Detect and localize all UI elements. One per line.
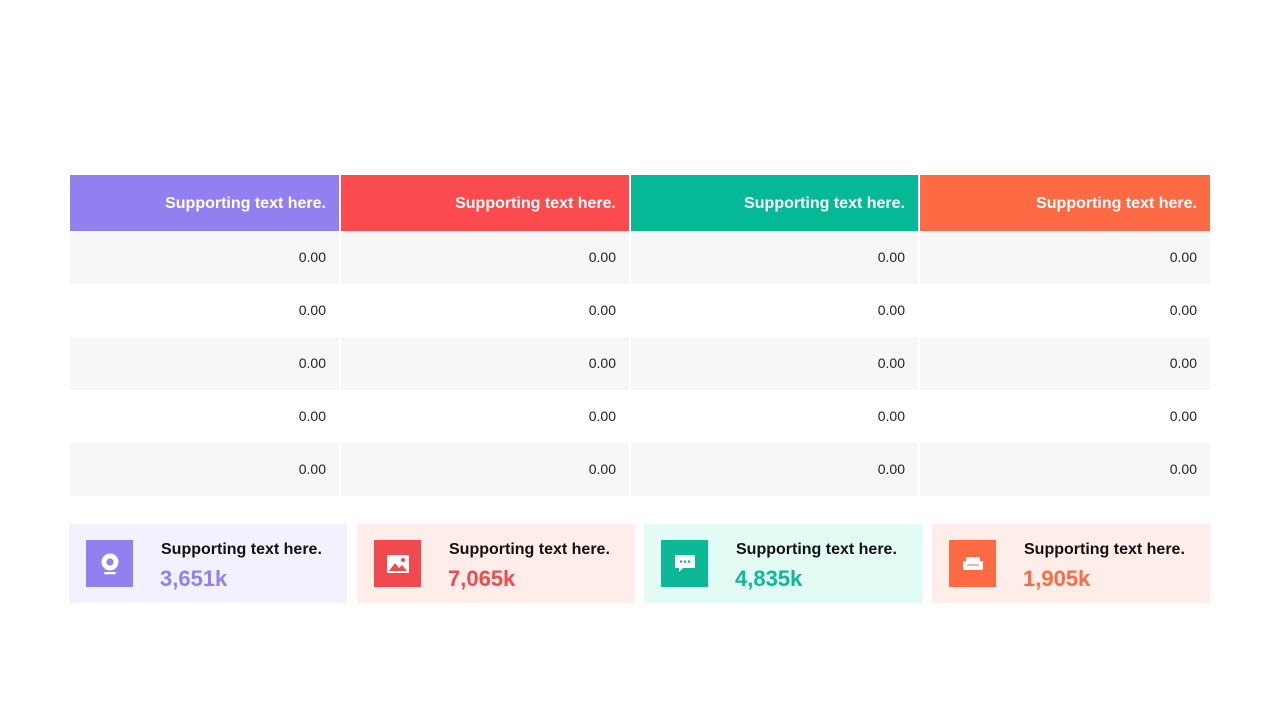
table-cell: 0.00 — [631, 231, 920, 284]
stat-card: Supporting text here. 7,065k — [357, 524, 635, 603]
table-cell: 0.00 — [341, 390, 631, 443]
stat-card-value: 7,065k — [448, 566, 516, 591]
table-cell: 0.00 — [631, 390, 920, 443]
table-cell: 0.00 — [70, 443, 341, 496]
stat-card-label: Supporting text here. — [449, 541, 610, 558]
table-header-row: Supporting text here. Supporting text he… — [70, 175, 1210, 231]
stat-card-value: 1,905k — [1023, 566, 1091, 591]
table-cell: 0.00 — [920, 284, 1210, 337]
table-cell: 0.00 — [920, 231, 1210, 284]
table-header-cell: Supporting text here. — [341, 175, 631, 231]
table-cell: 0.00 — [70, 337, 341, 390]
stat-card-value: 4,835k — [735, 566, 803, 591]
table-cell: 0.00 — [341, 443, 631, 496]
table-header-cell: Supporting text here. — [920, 175, 1210, 231]
table-cell: 0.00 — [341, 337, 631, 390]
stat-card-label: Supporting text here. — [736, 541, 897, 558]
table-header-cell: Supporting text here. — [70, 175, 341, 231]
table-cell: 0.00 — [341, 231, 631, 284]
stat-card: Supporting text here. 4,835k — [644, 524, 922, 603]
stat-card-label: Supporting text here. — [1024, 541, 1185, 558]
table-row: 0.00 0.00 0.00 0.00 — [70, 390, 1210, 443]
table-cell: 0.00 — [70, 390, 341, 443]
stat-card-value: 3,651k — [160, 566, 228, 591]
table-row: 0.00 0.00 0.00 0.00 — [70, 443, 1210, 496]
table-cell: 0.00 — [631, 337, 920, 390]
table-row: 0.00 0.00 0.00 0.00 — [70, 337, 1210, 390]
table-row: 0.00 0.00 0.00 0.00 — [70, 231, 1210, 284]
table-header-cell: Supporting text here. — [631, 175, 920, 231]
table-cell: 0.00 — [631, 443, 920, 496]
stat-card: Supporting text here. 1,905k — [932, 524, 1210, 603]
slide: Supporting text here. Supporting text he… — [0, 0, 1280, 720]
table-cell: 0.00 — [341, 284, 631, 337]
chat-bubble-icon — [661, 540, 708, 587]
image-icon — [374, 540, 421, 587]
table-cell: 0.00 — [920, 337, 1210, 390]
stat-cards: Supporting text here. 3,651k Supporting … — [69, 524, 1210, 603]
table-cell: 0.00 — [70, 231, 341, 284]
table-cell: 0.00 — [920, 443, 1210, 496]
sofa-icon — [949, 540, 996, 587]
webcam-icon — [86, 540, 133, 587]
stat-card-label: Supporting text here. — [161, 541, 322, 558]
table-cell: 0.00 — [631, 284, 920, 337]
data-table: Supporting text here. Supporting text he… — [70, 175, 1210, 496]
stat-card: Supporting text here. 3,651k — [69, 524, 347, 603]
table-row: 0.00 0.00 0.00 0.00 — [70, 284, 1210, 337]
table-cell: 0.00 — [70, 284, 341, 337]
table-cell: 0.00 — [920, 390, 1210, 443]
